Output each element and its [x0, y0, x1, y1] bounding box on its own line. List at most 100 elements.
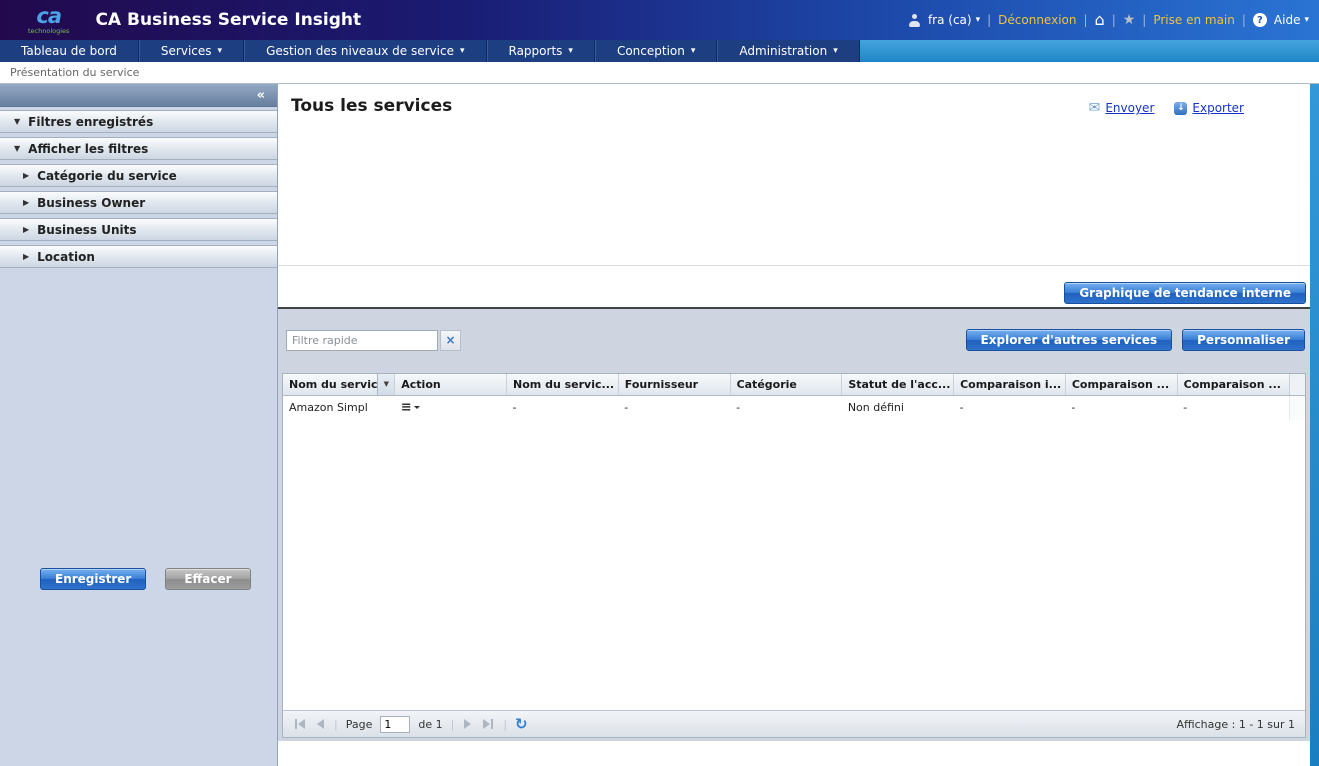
user-menu[interactable]: fra (ca) ▾ — [928, 13, 980, 27]
table-body: Amazon Simpl ≡ - - - Non défini - - - — [283, 395, 1305, 420]
column-header-2[interactable]: Nom du servic... — [506, 374, 619, 396]
nav-item-5[interactable]: Administration ▾ — [717, 40, 860, 62]
nav-item-4[interactable]: Conception ▾ — [594, 40, 718, 62]
sidebar-section-1[interactable]: ▼ Afficher les filtres — [0, 137, 277, 160]
explore-other-services-button[interactable]: Explorer d'autres services — [965, 329, 1173, 351]
column-menu-button[interactable]: ▼ — [377, 374, 394, 394]
column-header-5[interactable]: Statut de l'acc... — [841, 374, 955, 396]
sidebar-section-5[interactable]: ▶ Location — [0, 245, 277, 268]
column-header-4[interactable]: Catégorie — [730, 374, 843, 396]
cell-5: Non défini — [847, 401, 904, 414]
nav-item-label: Rapports — [508, 44, 563, 58]
nav-item-2[interactable]: Gestion des niveaux de service ▾ — [244, 40, 487, 62]
trend-row: Graphique de tendance interne — [1064, 282, 1306, 304]
user-area: fra (ca) ▾ Déconnexion ⌂ ★ Prise en main… — [908, 12, 1309, 28]
quick-filter-input[interactable] — [286, 329, 438, 351]
nav-item-label: Gestion des niveaux de service — [266, 44, 454, 58]
column-header-1[interactable]: Action — [394, 374, 508, 396]
nav-bar: Tableau de bord Services ▾ Gestion des nive… — [0, 40, 860, 62]
sidebar-section-2[interactable]: ▶ Catégorie du service — [0, 164, 277, 187]
footer-spacer — [278, 741, 1310, 766]
column-header-8[interactable]: Comparaison ... — [1177, 374, 1290, 396]
cell-6: - — [959, 401, 964, 414]
nav-row: Tableau de bord Services ▾ Gestion des nive… — [0, 40, 1319, 62]
logout-link[interactable]: Déconnexion — [998, 13, 1076, 27]
separator — [334, 718, 338, 731]
next-page-button[interactable] — [462, 717, 473, 731]
cell-1[interactable]: ≡ — [395, 396, 507, 420]
table-header-row: Nom du servic ▼ Action Nom du servic... Four… — [283, 374, 1305, 396]
help-menu[interactable]: Aide ▾ — [1274, 13, 1309, 27]
column-header-7[interactable]: Comparaison ... — [1065, 374, 1178, 396]
scrollbar-spacer — [1288, 374, 1305, 396]
nav-item-0[interactable]: Tableau de bord — [0, 40, 139, 62]
triangle-right-icon: ▶ — [23, 171, 30, 180]
column-header-6[interactable]: Comparaison i... — [953, 374, 1066, 396]
nav-item-label: Administration — [739, 44, 828, 58]
chevron-down-icon: ▾ — [690, 46, 696, 56]
page-label: Page — [345, 717, 373, 731]
chevron-down-icon: ▾ — [459, 46, 465, 56]
body: « ▼ Filtres enregistrés ▼ Afficher les filt… — [0, 84, 1319, 766]
refresh-icon[interactable]: ↻ — [515, 716, 528, 732]
clear-filter-button[interactable]: Effacer — [165, 568, 251, 590]
column-header-3[interactable]: Fournisseur — [618, 374, 731, 396]
cell-8: - — [1183, 401, 1188, 414]
page-number-input[interactable] — [380, 715, 411, 733]
column-header-label: Statut de l'acc... — [848, 377, 951, 391]
home-icon[interactable]: ⌂ — [1095, 12, 1105, 28]
table-row[interactable]: Amazon Simpl ≡ - - - Non défini - - - — [283, 395, 1305, 420]
sidebar-section-4[interactable]: ▶ Business Units — [0, 218, 277, 241]
user-menu-label: fra (ca) — [927, 13, 972, 27]
column-header-label: Fournisseur — [624, 377, 699, 391]
scrollbar-spacer — [1288, 395, 1305, 420]
previous-page-button[interactable] — [315, 717, 326, 731]
separator — [451, 718, 455, 731]
save-filter-button[interactable]: Enregistrer — [40, 568, 147, 590]
services-panel: × Explorer d'autres services Personnalis… — [278, 309, 1310, 741]
separator — [1142, 13, 1146, 27]
last-page-button[interactable] — [481, 717, 495, 731]
sidebar-section-label: Catégorie du service — [37, 168, 177, 183]
export-link[interactable]: ↓ Exporter — [1174, 100, 1244, 116]
chevron-down-icon: ▾ — [217, 46, 223, 56]
column-header-0[interactable]: Nom du servic ▼ — [283, 374, 396, 396]
section-divider — [278, 265, 1310, 266]
nav-item-1[interactable]: Services ▾ — [138, 40, 245, 62]
cell-2: - — [512, 401, 517, 414]
separator — [1242, 13, 1246, 27]
column-header-label: Comparaison ... — [1071, 377, 1170, 391]
ca-logo-subtext: technologies — [28, 26, 70, 35]
sidebar-collapse-bar: « — [0, 84, 277, 107]
cell-0: Amazon Simpl — [289, 401, 368, 414]
send-link[interactable]: ✉ Envoyer — [1089, 100, 1155, 116]
first-page-button[interactable] — [293, 717, 307, 731]
page-count-label: de 1 — [418, 717, 443, 731]
triangle-right-icon: ▶ — [23, 252, 30, 261]
sidebar-section-label: Filtres enregistrés — [28, 114, 154, 129]
row-action-menu-icon[interactable]: ≡ — [401, 401, 420, 414]
separator — [1112, 13, 1116, 27]
export-link-label: Exporter — [1192, 101, 1244, 115]
sidebar-section-0[interactable]: ▼ Filtres enregistrés — [0, 110, 277, 133]
services-grid: Nom du servic ▼ Action Nom du servic... Four… — [282, 373, 1306, 738]
column-header-label: Comparaison ... — [1183, 377, 1281, 391]
internal-trend-chart-button[interactable]: Graphique de tendance interne — [1064, 282, 1306, 304]
clear-filter-icon[interactable]: × — [440, 329, 461, 351]
sidebar-section-label: Business Owner — [37, 195, 146, 210]
sidebar-section-3[interactable]: ▶ Business Owner — [0, 191, 277, 214]
services-table-header: Nom du servic ▼ Action Nom du servic... Four… — [283, 374, 1305, 396]
collapse-sidebar-icon[interactable]: « — [257, 88, 265, 103]
customize-button[interactable]: Personnaliser — [1182, 329, 1305, 351]
column-header-label: Nom du servic... — [513, 377, 615, 391]
separator — [987, 13, 991, 27]
cell-4: - — [736, 401, 741, 414]
nav-item-3[interactable]: Rapports ▾ — [486, 40, 595, 62]
filters-sidebar: « ▼ Filtres enregistrés ▼ Afficher les filt… — [0, 84, 278, 766]
help-icon[interactable]: ? — [1252, 13, 1267, 27]
chevron-down-icon: ▾ — [975, 15, 981, 25]
triangle-right-icon: ▶ — [23, 225, 30, 234]
favorites-star-icon[interactable]: ★ — [1123, 13, 1136, 27]
main-content: Tous les services ✉ Envoyer ↓ Exporter G… — [278, 84, 1310, 766]
getting-started-link[interactable]: Prise en main — [1153, 13, 1235, 27]
